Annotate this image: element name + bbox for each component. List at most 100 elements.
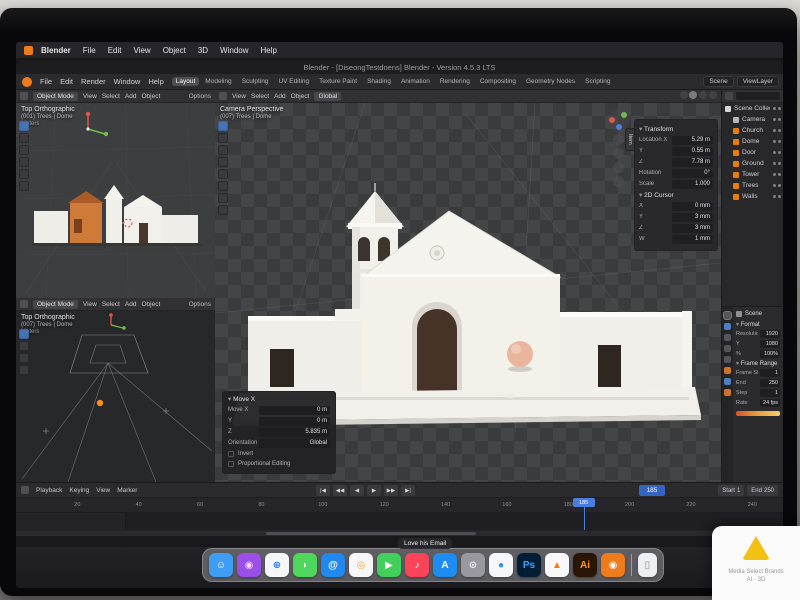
field-value[interactable]: 3 mm	[672, 224, 713, 233]
timeline-menu[interactable]: Keying	[69, 487, 89, 494]
tool-cursor[interactable]	[218, 133, 228, 143]
workspace-tab[interactable]: Texture Paint	[315, 77, 361, 86]
viewport-menu[interactable]: View	[83, 93, 97, 100]
workspace-tab[interactable]: Geometry Nodes	[522, 77, 579, 86]
tool-measure[interactable]	[218, 205, 228, 215]
playhead[interactable]: 185	[584, 498, 585, 530]
workspace-tab[interactable]: Sculpting	[238, 77, 273, 86]
properties-tab-viewlayer[interactable]	[724, 334, 731, 341]
blender-logo-icon[interactable]	[22, 77, 32, 87]
zoom-icon[interactable]	[613, 134, 624, 145]
menubar-item[interactable]: Blender	[41, 46, 71, 55]
field-value[interactable]: 3 mm	[672, 213, 713, 222]
pan-icon[interactable]	[613, 148, 624, 159]
workspace-tab[interactable]: Rendering	[436, 77, 474, 86]
dock-app-icon[interactable]: @	[321, 553, 345, 577]
topbar-menu[interactable]: Edit	[60, 77, 73, 86]
tool-transform[interactable]	[19, 181, 29, 191]
shading-rendered-icon[interactable]	[709, 91, 717, 99]
viewport-menu[interactable]: View	[232, 93, 246, 100]
visibility-toggles[interactable]	[773, 107, 781, 110]
format-panel-title[interactable]: Format	[736, 321, 780, 328]
toggle-ortho-icon[interactable]	[613, 176, 624, 187]
properties-tab-render[interactable]	[724, 312, 731, 319]
field-value[interactable]: 5.29 m	[672, 136, 713, 145]
operator-checkbox[interactable]: Proportional Editing	[228, 459, 330, 468]
tool-transform[interactable]	[218, 181, 228, 191]
tool-move[interactable]	[218, 145, 228, 155]
dock-app-icon[interactable]: ◉	[601, 553, 625, 577]
editor-type-icon[interactable]	[20, 300, 28, 308]
field-value[interactable]: 1	[760, 369, 780, 377]
dock-app-icon[interactable]: ●	[489, 553, 513, 577]
properties-tab-output[interactable]	[724, 323, 731, 330]
viewport-menu[interactable]: Select	[251, 93, 269, 100]
options-button[interactable]: Options	[189, 93, 211, 100]
operator-title[interactable]: Move X	[228, 395, 330, 403]
visibility-toggles[interactable]	[773, 195, 781, 198]
editor-type-icon[interactable]	[21, 486, 29, 494]
sidebar-tab-item[interactable]: Item	[625, 128, 634, 151]
outliner-item[interactable]: Dome	[722, 136, 783, 147]
field-value[interactable]: 1 mm	[672, 235, 713, 244]
viewport-menu[interactable]: Object	[142, 93, 161, 100]
menubar-item[interactable]: Help	[261, 46, 277, 55]
viewport-canvas[interactable]: Camera Perspective (007) Trees | Dome	[215, 103, 721, 482]
viewport-canvas[interactable]: Top Orthographic (007) Trees | Dome Mete…	[16, 311, 215, 482]
transform-panel-title[interactable]: Transform	[639, 125, 713, 133]
scene-selector[interactable]: Scene	[703, 76, 733, 87]
timeline-menu[interactable]: View	[96, 487, 110, 494]
dock-app-icon[interactable]: ◉	[237, 553, 261, 577]
dock-app-icon[interactable]: ◎	[349, 553, 373, 577]
field-value[interactable]: 24 fps	[760, 399, 780, 407]
transport-button[interactable]: ◀◀	[333, 485, 347, 496]
current-frame-field[interactable]: 185	[639, 485, 665, 496]
field-value[interactable]: 0 mm	[672, 202, 713, 211]
tool-scale[interactable]	[19, 169, 29, 179]
dock-app-icon[interactable]: ⊕	[265, 553, 289, 577]
menubar-item[interactable]: Window	[220, 46, 248, 55]
viewport-menu[interactable]: View	[83, 301, 97, 308]
visibility-toggles[interactable]	[773, 184, 781, 187]
outliner-item[interactable]: Ground	[722, 158, 783, 169]
timeline-tracks[interactable]	[16, 513, 783, 530]
transport-button[interactable]: ▶▶	[384, 485, 398, 496]
transport-button[interactable]: ▶|	[401, 485, 415, 496]
viewport-menu[interactable]: Add	[125, 301, 137, 308]
menubar-item[interactable]: View	[133, 46, 150, 55]
cursor-panel-title[interactable]: 2D Cursor	[639, 191, 713, 199]
workspace-tab[interactable]: Layout	[172, 77, 200, 86]
properties-tab-world[interactable]	[724, 356, 731, 363]
outliner-item[interactable]: Trees	[722, 180, 783, 191]
frame-range-panel-title[interactable]: Frame Range	[736, 360, 780, 367]
properties-tab-modifiers[interactable]	[724, 378, 731, 385]
dock-app-icon[interactable]: ▶	[377, 553, 401, 577]
outliner-search[interactable]	[736, 92, 780, 100]
viewlayer-selector[interactable]: ViewLayer	[737, 76, 779, 87]
workspace-tab[interactable]: Animation	[397, 77, 434, 86]
tool-rotate[interactable]	[218, 157, 228, 167]
editor-type-icon[interactable]	[219, 92, 227, 100]
viewport-menu[interactable]: Add	[125, 93, 137, 100]
field-value[interactable]: 7.78 m	[672, 158, 713, 167]
topbar-menu[interactable]: Help	[148, 77, 163, 86]
workspace-tab[interactable]: Scripting	[581, 77, 614, 86]
workspace-tab[interactable]: Modeling	[201, 77, 235, 86]
tool-cursor[interactable]	[19, 341, 29, 351]
field-value[interactable]: 250	[760, 379, 780, 387]
field-value[interactable]: 1080 px	[760, 340, 780, 348]
tool-select[interactable]	[218, 121, 228, 131]
field-value[interactable]: 100%	[760, 350, 780, 358]
mode-selector[interactable]: Object Mode	[33, 300, 78, 309]
shading-material-icon[interactable]	[699, 91, 707, 99]
visibility-toggles[interactable]	[773, 173, 781, 176]
transport-button[interactable]: |◀	[316, 485, 330, 496]
tool-move[interactable]	[19, 353, 29, 363]
properties-tab-material[interactable]	[724, 389, 731, 396]
workspace-tab[interactable]: Compositing	[476, 77, 520, 86]
operator-checkbox[interactable]: Invert	[228, 449, 330, 458]
outliner-item[interactable]: Walls	[722, 191, 783, 202]
transport-button[interactable]: ▶	[367, 485, 381, 496]
outliner-item[interactable]: Camera	[722, 114, 783, 125]
editor-type-icon[interactable]	[20, 92, 28, 100]
